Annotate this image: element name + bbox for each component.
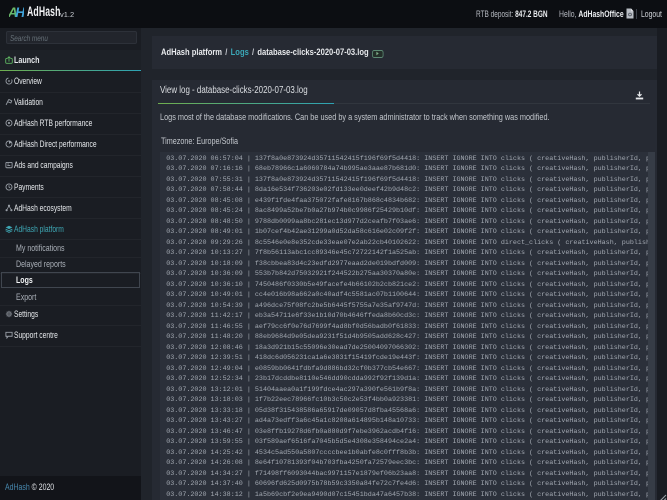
svg-text:H: H [15,5,24,19]
